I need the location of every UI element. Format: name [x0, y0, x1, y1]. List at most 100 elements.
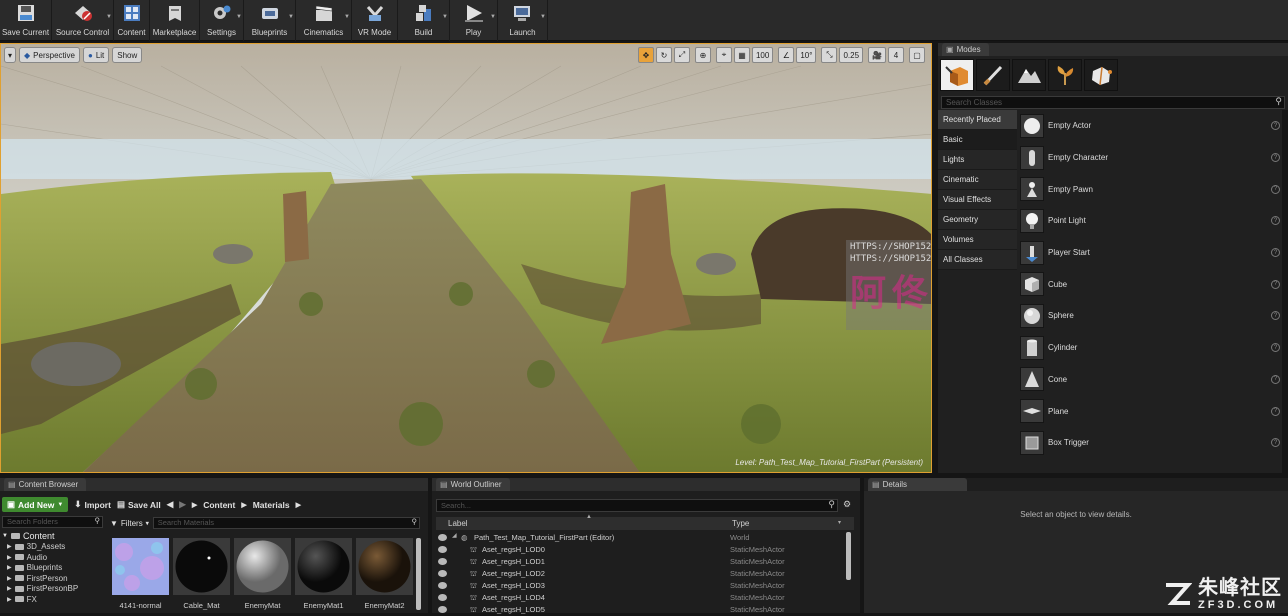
folder-item[interactable]: ▶ Audio [0, 552, 105, 563]
type-column-header[interactable]: Type [732, 519, 749, 528]
visibility-eye-icon[interactable] [438, 570, 447, 577]
outliner-row[interactable]: ⛫ Aset_regsH_LOD1 StaticMeshActor [436, 556, 844, 568]
list-item-box-trigger[interactable]: Box Trigger? [1020, 427, 1282, 459]
filters-button[interactable]: ▼ Filters ▾ [110, 519, 149, 528]
grid-snap-value[interactable]: 100 [751, 47, 774, 63]
help-icon[interactable]: ? [1271, 248, 1280, 258]
import-button[interactable]: ⬇ Import [74, 499, 111, 510]
list-item-sphere[interactable]: Sphere? [1020, 300, 1282, 332]
landscape-mode-icon[interactable] [1012, 59, 1046, 91]
outliner-row[interactable]: ⛫ Aset_regsH_LOD4 StaticMeshActor [436, 592, 844, 604]
camera-speed-icon[interactable]: 🎥 [868, 47, 886, 63]
vr-mode-button[interactable]: VR Mode [352, 0, 398, 41]
list-item-cylinder[interactable]: Cylinder? [1020, 332, 1282, 364]
category-basic[interactable]: Basic [938, 130, 1017, 150]
play-button[interactable]: Play ▼ [450, 0, 498, 41]
foliage-mode-icon[interactable] [1048, 59, 1082, 91]
list-item-empty-actor[interactable]: Empty Actor? [1020, 110, 1282, 142]
folder-item[interactable]: ▶ FirstPersonBP [0, 584, 105, 595]
visibility-eye-icon[interactable] [438, 546, 447, 553]
search-folders-input[interactable]: Search Folders ⚲ [2, 516, 103, 528]
blueprints-button[interactable]: Blueprints ▼ [244, 0, 296, 41]
outliner-scrollbar[interactable] [846, 532, 851, 580]
scale-snap-value[interactable]: 0.25 [839, 47, 864, 63]
list-item-plane[interactable]: Plane? [1020, 395, 1282, 427]
asset-tile[interactable]: EnemyMat1 [295, 538, 352, 613]
breadcrumb-separator-icon[interactable]: ▶ [241, 501, 246, 509]
category-volumes[interactable]: Volumes [938, 230, 1017, 250]
tab-content-browser[interactable]: ▤ Content Browser [4, 478, 87, 491]
launch-button[interactable]: Launch ▼ [498, 0, 548, 41]
category-visual-effects[interactable]: Visual Effects [938, 190, 1017, 210]
tab-details[interactable]: ▤ Details [868, 478, 968, 491]
source-control-button[interactable]: Source Control ▼ [52, 0, 114, 41]
chevron-down-icon[interactable]: ◢ [452, 532, 457, 539]
list-item-player-start[interactable]: Player Start? [1020, 237, 1282, 269]
help-icon[interactable]: ? [1271, 406, 1280, 416]
help-icon[interactable]: ? [1271, 121, 1280, 131]
outliner-settings-icon[interactable]: ⚙ [840, 499, 854, 512]
perspective-button[interactable]: ◆ Perspective [19, 47, 80, 63]
category-recently-placed[interactable]: Recently Placed [938, 110, 1017, 130]
geometry-edit-mode-icon[interactable] [1084, 59, 1118, 91]
help-icon[interactable]: ? [1271, 184, 1280, 194]
rotation-snap-icon[interactable]: ∠ [778, 47, 795, 63]
tab-modes[interactable]: ▣ Modes [942, 43, 989, 56]
visibility-eye-icon[interactable] [438, 594, 447, 601]
help-icon[interactable]: ? [1271, 311, 1280, 321]
category-cinematic[interactable]: Cinematic [938, 170, 1017, 190]
chevron-down-icon[interactable]: ▼ [288, 14, 294, 20]
breadcrumb-separator-icon[interactable]: ▶ [192, 501, 197, 509]
help-icon[interactable]: ? [1271, 343, 1280, 353]
visibility-eye-icon[interactable] [438, 534, 447, 541]
grid-snap-icon[interactable]: ▦ [733, 47, 750, 63]
save-all-button[interactable]: ▤ Save All [117, 499, 161, 510]
save-current-button[interactable]: Save Current [0, 0, 52, 41]
chevron-down-icon[interactable]: ▼ [540, 14, 546, 20]
chevron-down-icon[interactable]: ▼ [490, 14, 496, 20]
outliner-world-row[interactable]: ◢ ◍ Path_Test_Map_Tutorial_FirstPart (Ed… [436, 532, 844, 544]
help-icon[interactable]: ? [1271, 438, 1280, 448]
breadcrumb-materials[interactable]: Materials [253, 500, 290, 510]
asset-tile[interactable]: EnemyMat2 [356, 538, 413, 613]
asset-scrollbar[interactable] [416, 538, 421, 610]
list-item-empty-character[interactable]: Empty Character? [1020, 142, 1282, 174]
breadcrumb-content[interactable]: Content [203, 500, 235, 510]
outliner-row[interactable]: ⛫ Aset_regsH_LOD2 StaticMeshActor [436, 568, 844, 580]
folder-item[interactable]: ▶ FirstPerson [0, 573, 105, 584]
category-geometry[interactable]: Geometry [938, 210, 1017, 230]
asset-tile[interactable]: Cable_Mat [173, 538, 230, 613]
marketplace-button[interactable]: Marketplace [150, 0, 200, 41]
modes-scrollbar[interactable] [1282, 110, 1288, 473]
category-all-classes[interactable]: All Classes [938, 250, 1017, 270]
outliner-row[interactable]: ⛫ Aset_regsH_LOD5 StaticMeshActor [436, 604, 844, 616]
visibility-eye-icon[interactable] [438, 606, 447, 613]
show-button[interactable]: Show [112, 47, 143, 63]
translate-icon[interactable]: ✥ [637, 47, 654, 63]
cinematics-button[interactable]: Cinematics ▼ [296, 0, 352, 41]
chevron-down-icon[interactable]: ▼ [344, 14, 350, 20]
visibility-eye-icon[interactable] [438, 582, 447, 589]
tab-world-outliner[interactable]: ▤ World Outliner [436, 478, 510, 491]
outliner-search-input[interactable]: Search... ⚲ [436, 499, 838, 512]
category-lights[interactable]: Lights [938, 150, 1017, 170]
back-arrow-icon[interactable]: ◀ [167, 499, 174, 510]
lit-button[interactable]: ● Lit [82, 47, 110, 63]
search-classes-input[interactable]: Search Classes ⚲ [941, 96, 1285, 109]
folder-item[interactable]: ▶ Blueprints [0, 563, 105, 574]
asset-tile[interactable]: EnemyMat [234, 538, 291, 613]
settings-button[interactable]: Settings ▼ [200, 0, 244, 41]
maximize-viewport-icon[interactable]: ▢ [909, 47, 925, 63]
chevron-down-icon[interactable]: ▼ [106, 14, 112, 20]
breadcrumb-separator-icon[interactable]: ▶ [296, 501, 301, 509]
chevron-down-icon[interactable]: ▼ [442, 14, 448, 20]
world-local-icon[interactable]: ⊕ [694, 47, 711, 63]
help-icon[interactable]: ? [1271, 216, 1280, 226]
chevron-down-icon[interactable]: ▾ [838, 519, 841, 526]
visibility-eye-icon[interactable] [438, 558, 447, 565]
label-column-header[interactable]: Label [448, 519, 468, 528]
add-new-button[interactable]: ▣ Add New ▼ [2, 497, 69, 512]
forward-arrow-icon[interactable]: ▶ [179, 499, 186, 510]
viewport-options-button[interactable]: ▾ [4, 47, 17, 63]
level-viewport[interactable]: ▾ ◆ Perspective ● Lit Show ✥ ↻ ⤢ ⊕ ⌖ ▦ 1… [0, 43, 932, 473]
